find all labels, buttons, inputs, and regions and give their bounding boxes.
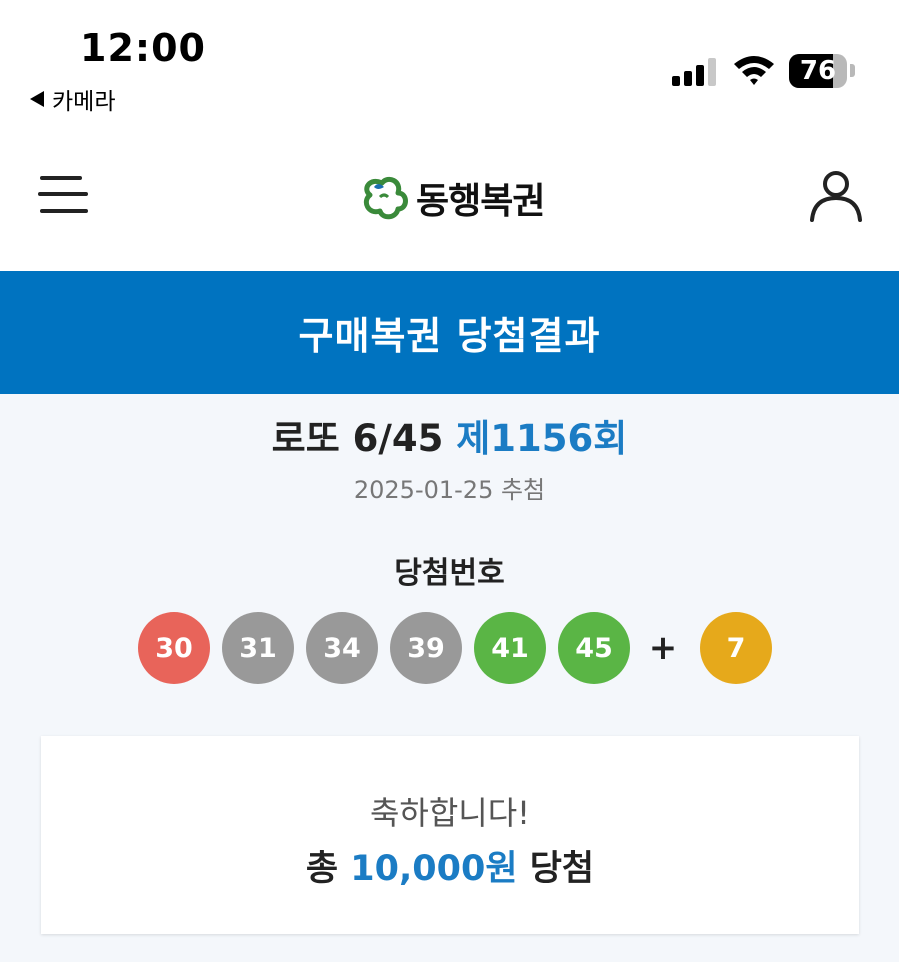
number-ball: 41 — [474, 612, 546, 684]
clover-logo-icon — [363, 176, 408, 220]
status-time: 12:00 — [80, 26, 206, 70]
back-to-app-link[interactable]: 카메라 — [30, 82, 115, 116]
number-ball: 31 — [222, 612, 294, 684]
app-header: 동행복권 — [0, 120, 899, 271]
battery-level: 76 — [799, 56, 837, 86]
page-banner: 구매복권 당첨결과 — [0, 271, 899, 394]
user-icon — [810, 171, 862, 222]
menu-button[interactable] — [38, 172, 90, 218]
prize-card: 축하합니다! 총 10,000원 당첨 — [41, 736, 859, 934]
number-ball: 45 — [558, 612, 630, 684]
hamburger-menu-icon — [38, 176, 88, 213]
winning-numbers-label: 당첨번호 — [394, 556, 505, 591]
brand-logo[interactable]: 동행복권 — [360, 172, 545, 224]
back-triangle-icon — [30, 91, 44, 107]
bonus-number-ball: 7 — [700, 612, 772, 684]
prize-prefix: 총 — [305, 849, 339, 889]
prize-amount: 10,000원 — [350, 849, 518, 889]
bonus-plus-sign: + — [648, 628, 678, 668]
draw-date: 2025-01-25 추첨 — [353, 476, 546, 504]
status-bar: 12:00 카메라 76 — [0, 0, 899, 120]
battery-indicator: 76 — [789, 54, 847, 88]
round-number: 제1156회 — [456, 417, 628, 460]
battery-tip — [850, 64, 855, 77]
back-app-label: 카메라 — [52, 89, 116, 115]
wifi-icon — [734, 56, 774, 85]
page-title: 구매복권 당첨결과 — [298, 314, 601, 358]
game-name: 로또 6/45 — [271, 417, 444, 460]
congrats-message: 축하합니다! — [369, 794, 531, 832]
user-account-button[interactable] — [808, 168, 864, 224]
prize-suffix: 당첨 — [529, 849, 595, 889]
winning-numbers: 30 31 34 39 41 45 +7 — [138, 612, 772, 684]
round-title: 로또 6/45 제1156회 — [0, 408, 899, 462]
number-ball: 30 — [138, 612, 210, 684]
number-ball: 34 — [306, 612, 378, 684]
logo-text: 동행복권 — [416, 181, 545, 222]
number-ball: 39 — [390, 612, 462, 684]
prize-summary: 총 10,000원 당첨 — [41, 840, 859, 891]
cellular-signal-icon — [672, 58, 716, 86]
